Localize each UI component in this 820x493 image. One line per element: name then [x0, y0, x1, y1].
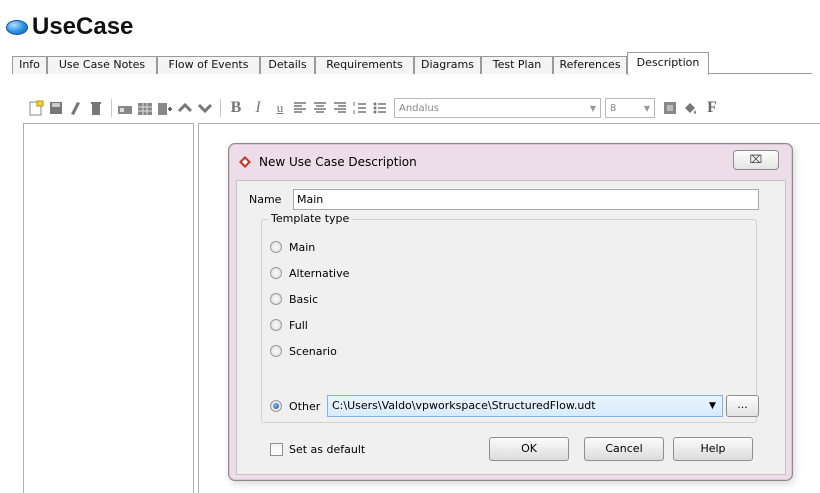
toolbar-separator [220, 99, 221, 117]
close-icon: ⌧ [749, 153, 763, 166]
font-name-value: Andalus [399, 102, 439, 114]
radio-label: Basic [289, 292, 319, 306]
description-list-panel[interactable] [23, 123, 194, 493]
radio-label: Main [289, 240, 316, 254]
tab-details[interactable]: Details [260, 56, 315, 74]
tab-references[interactable]: References [553, 56, 627, 74]
tab-test-plan[interactable]: Test Plan [481, 56, 553, 74]
move-down-icon[interactable] [196, 99, 214, 117]
bullet-list-icon[interactable] [371, 99, 389, 117]
set-default-checkbox[interactable] [270, 443, 283, 456]
page-header: UseCase [6, 10, 133, 44]
font-color-button[interactable]: F [701, 99, 723, 117]
browse-button[interactable]: ... [726, 395, 759, 417]
tab-diagrams[interactable]: Diagrams [414, 56, 481, 74]
cancel-button[interactable]: Cancel [584, 437, 664, 461]
chevron-down-icon: ▼ [589, 103, 596, 113]
radio-button[interactable] [270, 293, 282, 305]
radio-alternative[interactable]: Alternative [270, 264, 349, 282]
numbered-list-icon[interactable] [351, 99, 369, 117]
underline-button[interactable]: u [269, 100, 291, 116]
tab-bar: Info Use Case Notes Flow of Events Detai… [12, 52, 812, 75]
radio-full[interactable]: Full [270, 316, 308, 334]
editor-toolbar: B I u Andalus ▼ 8 ▼ F [27, 96, 820, 120]
format-icon[interactable] [67, 99, 85, 117]
align-right-icon[interactable] [331, 99, 349, 117]
insert-row-icon[interactable] [156, 99, 174, 117]
use-case-icon [6, 19, 28, 35]
dialog-title: New Use Case Description [259, 155, 417, 169]
set-default-label: Set as default [289, 443, 366, 456]
chevron-down-icon: ▼ [643, 103, 650, 113]
radio-button[interactable] [270, 267, 282, 279]
radio-button[interactable] [270, 400, 282, 412]
font-size-select[interactable]: 8 ▼ [605, 98, 655, 118]
new-use-case-description-dialog: New Use Case Description ⌧ Name Main Tem… [228, 143, 793, 481]
template-type-group [261, 219, 757, 423]
template-type-label: Template type [268, 212, 353, 226]
tab-requirements[interactable]: Requirements [315, 56, 414, 74]
radio-button[interactable] [270, 319, 282, 331]
close-button[interactable]: ⌧ [733, 150, 779, 170]
radio-label: Other [289, 399, 321, 413]
move-up-icon[interactable] [176, 99, 194, 117]
radio-label: Full [289, 318, 308, 332]
radio-label: Alternative [289, 266, 350, 280]
radio-other[interactable]: Other [270, 397, 320, 415]
dialog-body: Name Main Template type Main Alternative… [236, 180, 786, 475]
new-page-icon[interactable] [27, 99, 45, 117]
toolbar-separator [111, 99, 112, 117]
app-logo-icon [239, 156, 251, 168]
chevron-down-icon[interactable]: ▼ [709, 401, 716, 411]
italic-button[interactable]: I [247, 99, 269, 117]
save-icon[interactable] [47, 99, 65, 117]
bold-button[interactable]: B [225, 99, 247, 117]
radio-basic[interactable]: Basic [270, 290, 318, 308]
delete-icon[interactable] [87, 99, 105, 117]
template-path-select[interactable]: C:\Users\Valdo\vpworkspace\StructuredFlo… [327, 395, 723, 417]
page-title: UseCase [32, 13, 134, 40]
highlight-icon[interactable] [661, 99, 679, 117]
radio-label: Scenario [289, 344, 337, 358]
radio-main[interactable]: Main [270, 238, 315, 256]
tab-description[interactable]: Description [627, 52, 709, 75]
fill-color-icon[interactable] [681, 99, 699, 117]
font-size-value: 8 [610, 102, 617, 114]
radio-button[interactable] [270, 345, 282, 357]
help-button[interactable]: Help [673, 437, 753, 461]
radio-scenario[interactable]: Scenario [270, 342, 337, 360]
ok-button[interactable]: OK [489, 437, 569, 461]
tab-flow-of-events[interactable]: Flow of Events [157, 56, 260, 74]
name-label: Name [249, 193, 282, 206]
radio-button[interactable] [270, 241, 282, 253]
table-icon[interactable] [136, 99, 154, 117]
merge-cells-icon[interactable] [116, 99, 134, 117]
name-input[interactable]: Main [293, 189, 759, 210]
align-center-icon[interactable] [311, 99, 329, 117]
tab-use-case-notes[interactable]: Use Case Notes [47, 56, 157, 74]
font-name-select[interactable]: Andalus ▼ [394, 98, 601, 118]
tab-info[interactable]: Info [12, 56, 47, 74]
align-left-icon[interactable] [291, 99, 309, 117]
